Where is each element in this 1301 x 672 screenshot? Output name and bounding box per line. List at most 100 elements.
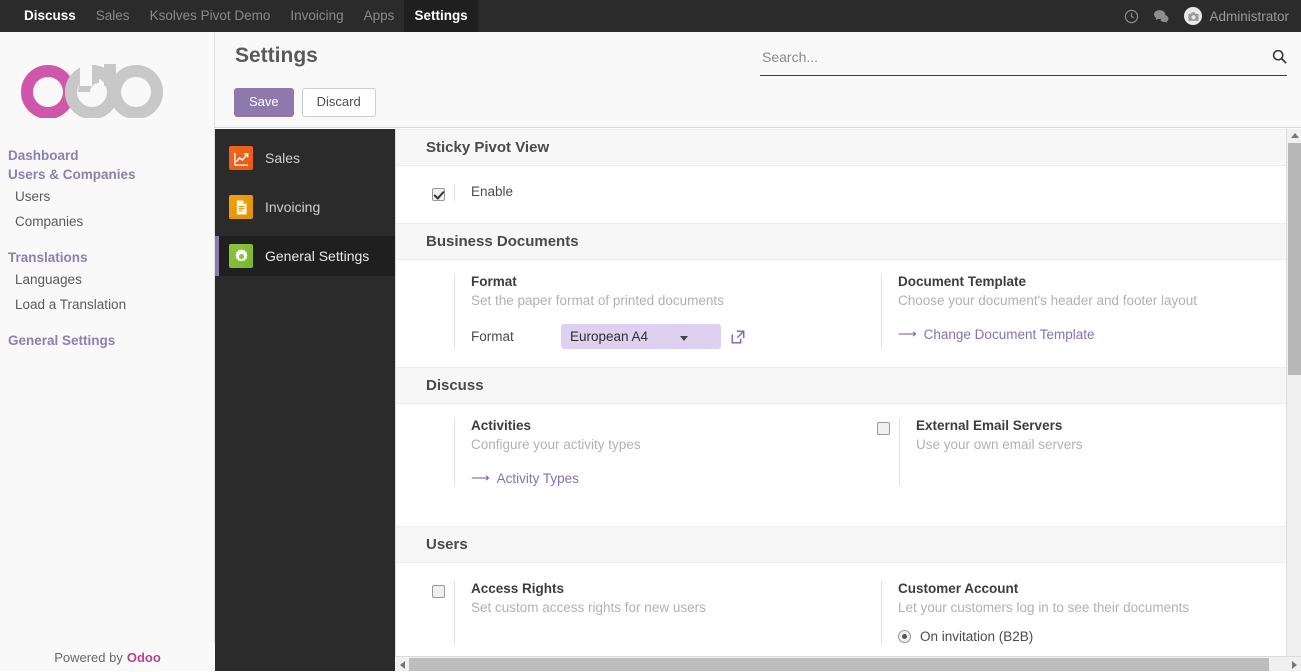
section-heading-business-documents: Business Documents [396, 223, 1286, 260]
settings-nav-general-settings[interactable]: General Settings [215, 236, 395, 276]
sticky-pivot-enable-checkbox-cell [414, 184, 454, 201]
document-template-title: Document Template [898, 274, 1286, 289]
save-button[interactable]: Save [234, 88, 294, 117]
left-sidebar: Dashboard Users & Companies Users Compan… [0, 32, 215, 671]
sidebar-item-load-a-translation[interactable]: Load a Translation [0, 292, 214, 317]
top-menu-ksolves-pivot-demo[interactable]: Ksolves Pivot Demo [140, 0, 281, 32]
format-title: Format [471, 274, 841, 289]
format-description: Set the paper format of printed document… [471, 293, 841, 308]
external-link-icon[interactable] [730, 329, 746, 345]
top-menu-apps[interactable]: Apps [354, 0, 405, 32]
change-document-template-link[interactable]: ⟶ Change Document Template [898, 326, 1095, 342]
access-rights-description: Set custom access rights for new users [471, 600, 841, 615]
settings-nav-general-settings-label: General Settings [265, 248, 369, 264]
sticky-pivot-enable-column: Enable [396, 184, 1286, 201]
format-select[interactable]: European A4 [561, 324, 721, 349]
format-column: Format Set the paper format of printed d… [396, 274, 841, 349]
odoo-brand-label[interactable]: Odoo [127, 650, 161, 665]
top-bar-right-controls: Administrator [1124, 0, 1289, 32]
horizontal-scrollbar-thumb[interactable] [409, 658, 1269, 671]
clock-icon[interactable] [1124, 9, 1139, 24]
section-heading-sticky-pivot-view: Sticky Pivot View [396, 129, 1286, 166]
activity-types-label: Activity Types [497, 471, 579, 486]
vertical-scrollbar[interactable] [1286, 129, 1301, 656]
document-template-body: Document Template Choose your document's… [881, 274, 1286, 349]
sidebar-divider-space [0, 234, 214, 248]
powered-by-footer: Powered by Odoo [0, 643, 215, 671]
chat-icon[interactable] [1153, 9, 1170, 24]
customer-account-body: Customer Account Let your customers log … [881, 581, 1286, 644]
page-title: Settings [235, 44, 318, 68]
document-template-column: Document Template Choose your document's… [841, 274, 1286, 349]
section-body-discuss: Activities Configure your activity types… [396, 404, 1286, 526]
settings-nav-sales[interactable]: Sales [215, 138, 395, 178]
format-field-label: Format [471, 329, 541, 344]
avatar [1184, 7, 1202, 25]
customer-account-description: Let your customers log in to see their d… [898, 600, 1286, 615]
settings-nav-invoicing[interactable]: Invoicing [215, 187, 395, 227]
sidebar-divider-space-2 [0, 317, 214, 331]
top-menu-sales[interactable]: Sales [86, 0, 140, 32]
vertical-scrollbar-thumb[interactable] [1288, 143, 1301, 375]
discard-button[interactable]: Discard [302, 88, 376, 117]
settings-app-sidebar: Sales Invoicing General Settings [215, 129, 395, 671]
scroll-up-arrow[interactable] [1287, 129, 1301, 142]
external-email-servers-checkbox[interactable] [877, 422, 890, 435]
search-input[interactable] [760, 49, 1266, 70]
access-rights-checkbox[interactable] [432, 585, 445, 598]
activity-types-link[interactable]: ⟶ Activity Types [471, 470, 579, 486]
scroll-left-arrow[interactable] [395, 657, 409, 672]
sidebar-item-companies[interactable]: Companies [0, 209, 214, 234]
arrow-right-icon-2: ⟶ [471, 470, 490, 486]
customer-account-option-row: On invitation (B2B) [898, 629, 1286, 644]
access-rights-checkbox-cell [414, 581, 454, 644]
user-name-label: Administrator [1209, 9, 1289, 24]
access-rights-title: Access Rights [471, 581, 841, 596]
settings-nav-invoicing-label: Invoicing [265, 199, 320, 215]
customer-account-on-invitation-label: On invitation (B2B) [920, 629, 1033, 644]
sidebar-nav: Dashboard Users & Companies Users Compan… [0, 146, 214, 350]
external-email-checkbox-cell [859, 418, 899, 486]
invoice-document-icon [229, 195, 253, 219]
sidebar-item-translations[interactable]: Translations [0, 248, 214, 267]
odoo-logo[interactable] [0, 32, 214, 118]
settings-content-scroll-area: Sticky Pivot View Enable Business Docume… [396, 129, 1286, 656]
top-menu-invoicing[interactable]: Invoicing [280, 0, 353, 32]
format-body: Format Set the paper format of printed d… [454, 274, 841, 349]
access-rights-body: Access Rights Set custom access rights f… [454, 581, 841, 644]
section-body-business-documents: Format Set the paper format of printed d… [396, 260, 1286, 367]
document-template-description: Choose your document's header and footer… [898, 293, 1286, 308]
gear-icon [229, 244, 253, 268]
sidebar-item-users[interactable]: Users [0, 184, 214, 209]
sidebar-item-users-and-companies[interactable]: Users & Companies [0, 165, 214, 184]
top-menu-settings[interactable]: Settings [404, 0, 477, 32]
scroll-right-arrow[interactable] [1287, 657, 1301, 672]
sticky-pivot-enable-body: Enable [454, 184, 1286, 201]
main-header: Settings Save Discard [215, 32, 1301, 128]
settings-content-panel: Sticky Pivot View Enable Business Docume… [395, 129, 1301, 671]
search-bar [760, 44, 1287, 76]
external-email-servers-title: External Email Servers [916, 418, 1286, 433]
search-icon[interactable] [1272, 49, 1287, 71]
section-heading-discuss: Discuss [396, 367, 1286, 404]
top-menu-discuss[interactable]: Discuss [14, 0, 86, 32]
activities-description: Configure your activity types [471, 437, 841, 452]
access-rights-column: Access Rights Set custom access rights f… [396, 581, 841, 644]
settings-nav-sales-label: Sales [265, 150, 300, 166]
user-menu[interactable]: Administrator [1184, 7, 1289, 25]
sidebar-item-general-settings[interactable]: General Settings [0, 331, 214, 350]
sticky-pivot-enable-checkbox[interactable] [432, 188, 445, 201]
format-field-row: Format European A4 [471, 324, 841, 349]
activities-title: Activities [471, 418, 841, 433]
format-select-wrap: European A4 [561, 324, 746, 349]
sidebar-item-languages[interactable]: Languages [0, 267, 214, 292]
customer-account-column: Customer Account Let your customers log … [841, 581, 1286, 644]
sticky-pivot-enable-label: Enable [471, 184, 1286, 199]
section-body-sticky-pivot-view: Enable [396, 166, 1286, 223]
top-menu-list: Discuss Sales Ksolves Pivot Demo Invoici… [14, 0, 478, 32]
activities-column: Activities Configure your activity types… [396, 418, 841, 486]
horizontal-scrollbar[interactable] [395, 656, 1301, 671]
customer-account-on-invitation-radio[interactable] [898, 630, 911, 643]
sidebar-item-dashboard[interactable]: Dashboard [0, 146, 214, 165]
external-email-body: External Email Servers Use your own emai… [899, 418, 1286, 486]
